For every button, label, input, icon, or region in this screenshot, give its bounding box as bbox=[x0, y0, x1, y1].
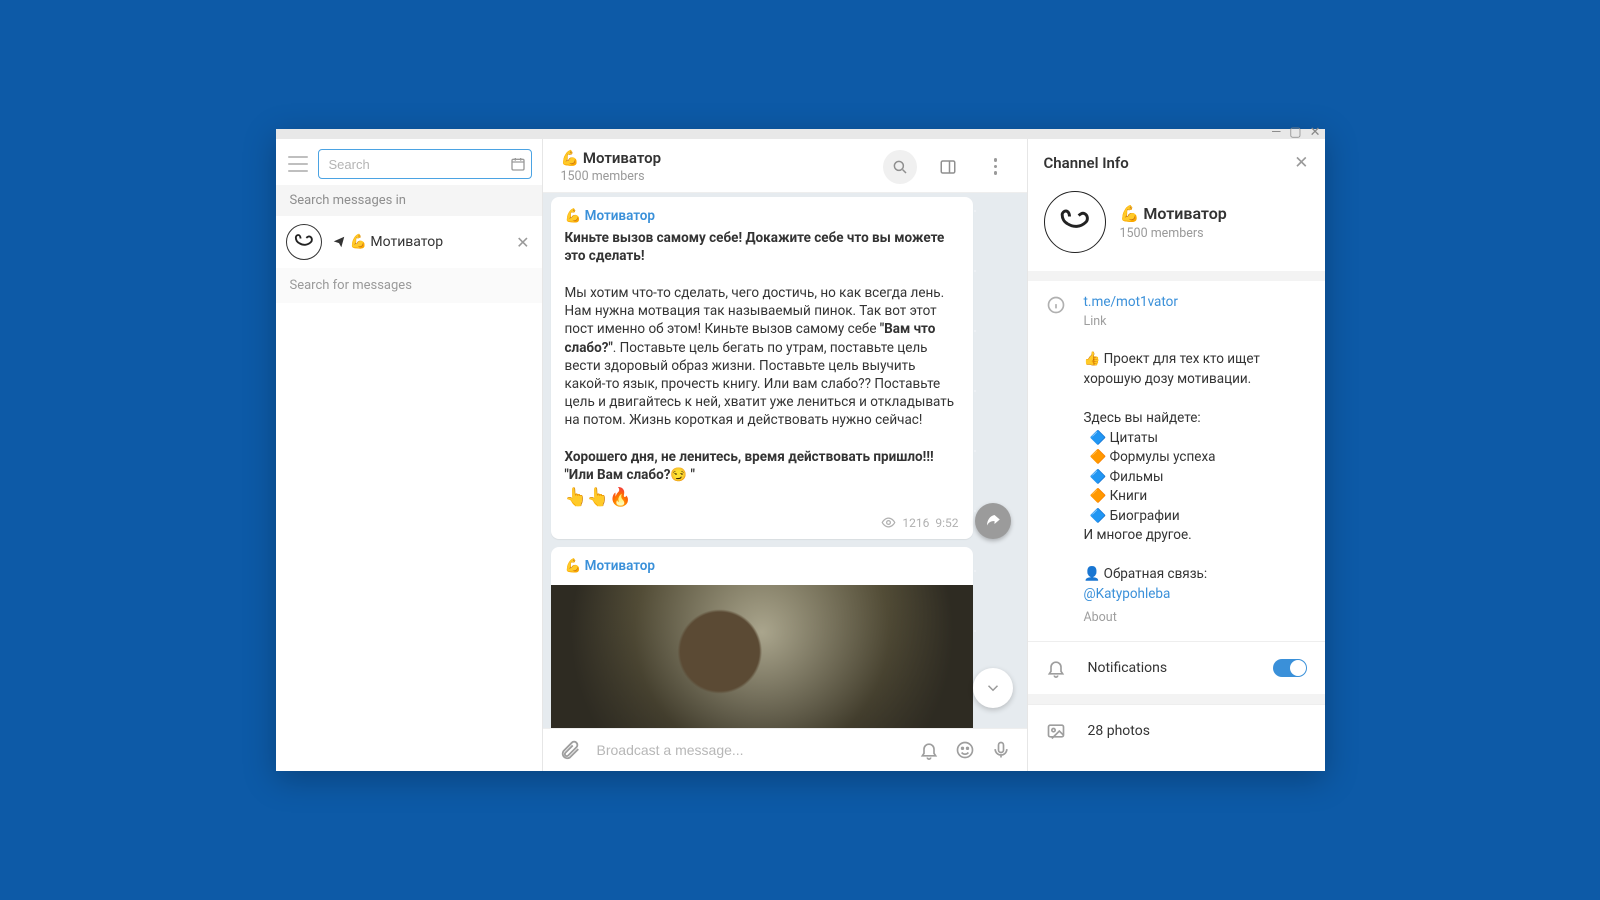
chat-title: 💪 Мотиватор bbox=[332, 234, 444, 250]
window-controls: — ▢ ✕ bbox=[1271, 125, 1320, 140]
chat-avatar bbox=[286, 224, 322, 260]
channel-info-panel: Channel Info ✕ 💪 Мотиватор 1500 members bbox=[1027, 139, 1325, 771]
close-window-button[interactable]: ✕ bbox=[1310, 125, 1321, 140]
left-sidebar: Search messages in 💪 Мотиватор ✕ Search … bbox=[276, 139, 543, 771]
message-image[interactable]: ПОДУМАВ — РЕШАЙСЯ, bbox=[551, 585, 973, 728]
emoji-row: 👆👆🔥 bbox=[565, 486, 959, 510]
panel-title: Channel Info bbox=[1044, 154, 1129, 172]
menu-button[interactable] bbox=[288, 156, 308, 172]
notifications-toggle[interactable] bbox=[1273, 659, 1307, 677]
views-icon bbox=[881, 515, 896, 530]
message-list[interactable]: 💪 Мотиватор Киньте вызов самому себе! До… bbox=[543, 193, 1027, 728]
app-window: — ▢ ✕ Search messages in bbox=[276, 129, 1325, 771]
window-titlebar: — ▢ ✕ bbox=[276, 129, 1325, 139]
message-closing-quote: "Или Вам слабо?😏 " bbox=[565, 466, 959, 484]
channel-members: 1500 members bbox=[1120, 226, 1227, 241]
search-scope-chat[interactable]: 💪 Мотиватор ✕ bbox=[276, 216, 542, 268]
search-container bbox=[318, 149, 532, 179]
bell-icon bbox=[1046, 658, 1066, 678]
attach-button[interactable] bbox=[559, 739, 581, 761]
message-bubble: 💪 Мотиватор ПОДУМАВ — РЕШАЙСЯ, bbox=[551, 547, 973, 728]
notifications-label: Notifications bbox=[1088, 660, 1251, 676]
search-in-chat-button[interactable] bbox=[883, 150, 917, 184]
notifications-row[interactable]: Notifications bbox=[1028, 641, 1325, 694]
channel-avatar[interactable] bbox=[1044, 191, 1106, 253]
search-input[interactable] bbox=[318, 149, 532, 179]
mute-notifications-button[interactable] bbox=[919, 740, 939, 760]
clear-scope-button[interactable]: ✕ bbox=[516, 233, 529, 252]
maximize-button[interactable]: ▢ bbox=[1289, 125, 1301, 140]
message-text-bold: Киньте вызов самому себе! Докажите себе … bbox=[565, 229, 959, 265]
channel-description: 👍 Проект для тех кто ищет хорошую дозу м… bbox=[1084, 350, 1307, 604]
chat-header: 💪 Мотиватор 1500 members bbox=[543, 139, 1027, 193]
message-input[interactable] bbox=[597, 742, 903, 758]
message-sender[interactable]: 💪 Мотиватор bbox=[551, 557, 973, 581]
channel-link[interactable]: t.me/mot1vator bbox=[1084, 293, 1307, 313]
search-messages-label: Search for messages bbox=[276, 268, 542, 303]
chat-header-subtitle: 1500 members bbox=[561, 169, 883, 184]
calendar-icon[interactable] bbox=[510, 156, 526, 172]
link-label: Link bbox=[1084, 313, 1307, 331]
chat-pane: 💪 Мотиватор 1500 members bbox=[543, 139, 1027, 771]
photos-count: 28 photos bbox=[1088, 723, 1150, 739]
minimize-button[interactable]: — bbox=[1271, 125, 1281, 140]
message-meta: 1216 9:52 bbox=[565, 515, 959, 531]
scroll-down-button[interactable] bbox=[973, 668, 1013, 708]
message-composer bbox=[543, 728, 1027, 771]
more-menu-button[interactable] bbox=[979, 150, 1013, 184]
emoji-button[interactable] bbox=[955, 740, 975, 760]
voice-message-button[interactable] bbox=[991, 740, 1011, 760]
views-count: 1216 bbox=[902, 515, 929, 531]
info-icon bbox=[1046, 293, 1066, 627]
panel-divider bbox=[1028, 694, 1325, 704]
chat-header-title[interactable]: 💪 Мотиватор bbox=[561, 149, 883, 167]
message-closing-bold: Хорошего дня, не ленитесь, время действо… bbox=[565, 448, 959, 466]
photos-icon bbox=[1046, 721, 1066, 741]
search-scope-label: Search messages in bbox=[276, 185, 542, 216]
message-text: Мы хотим что-то сделать, чего достичь, н… bbox=[565, 285, 955, 429]
about-label: About bbox=[1084, 609, 1307, 627]
panel-close-button[interactable]: ✕ bbox=[1294, 153, 1308, 173]
message-bubble: 💪 Мотиватор Киньте вызов самому себе! До… bbox=[551, 197, 973, 539]
photos-row[interactable]: 28 photos bbox=[1028, 704, 1325, 757]
message-sender[interactable]: 💪 Мотиватор bbox=[565, 207, 959, 225]
channel-icon bbox=[332, 235, 346, 249]
contact-link[interactable]: @Katypohleba bbox=[1084, 585, 1307, 605]
message-time: 9:52 bbox=[935, 515, 958, 531]
channel-name: 💪 Мотиватор bbox=[1120, 204, 1227, 223]
share-button[interactable] bbox=[975, 503, 1011, 539]
sidepanel-toggle-button[interactable] bbox=[931, 150, 965, 184]
panel-divider bbox=[1028, 271, 1325, 281]
